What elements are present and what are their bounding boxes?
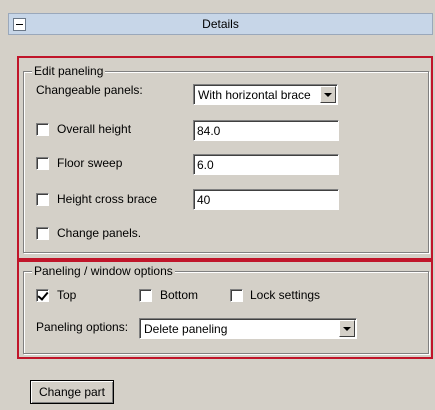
chevron-down-icon[interactable] [339,320,355,337]
bottom-label: Bottom [160,288,199,302]
height-cross-brace-input[interactable]: 40 [193,189,339,210]
overall-height-checkbox[interactable] [36,123,49,136]
bottom-checkbox[interactable] [139,289,152,302]
floor-sweep-checkbox[interactable] [36,157,49,170]
change-panels-checkbox[interactable] [36,227,49,240]
changeable-panels-select[interactable]: With horizontal brace [193,84,338,105]
change-panels-label: Change panels. [57,226,142,240]
floor-sweep-input[interactable]: 6.0 [193,154,339,175]
lock-settings-checkbox[interactable] [230,289,243,302]
change-part-button[interactable]: Change part [30,380,114,404]
details-panel: Details Edit paneling Changeable panels:… [0,0,435,410]
details-header[interactable]: Details [8,13,433,35]
overall-height-label: Overall height [57,122,132,136]
height-cross-brace-checkbox[interactable] [36,193,49,206]
paneling-options-select[interactable]: Delete paneling [139,318,357,339]
header-title: Details [202,17,239,31]
paneling-options-label: Paneling options: [36,320,129,334]
overall-height-input[interactable]: 84.0 [193,120,339,141]
window-options-group: Paneling / window options [23,264,429,354]
paneling-options-value: Delete paneling [144,322,228,336]
changeable-panels-label: Changeable panels: [36,83,143,97]
top-checkbox[interactable] [36,289,49,302]
floor-sweep-label: Floor sweep [57,156,123,170]
height-cross-brace-label: Height cross brace [57,192,158,206]
chevron-down-icon[interactable] [320,86,336,103]
lock-settings-label: Lock settings [250,288,321,302]
top-label: Top [57,288,77,302]
window-options-legend: Paneling / window options [32,264,175,278]
edit-paneling-legend: Edit paneling [32,64,106,78]
changeable-panels-value: With horizontal brace [198,88,311,102]
